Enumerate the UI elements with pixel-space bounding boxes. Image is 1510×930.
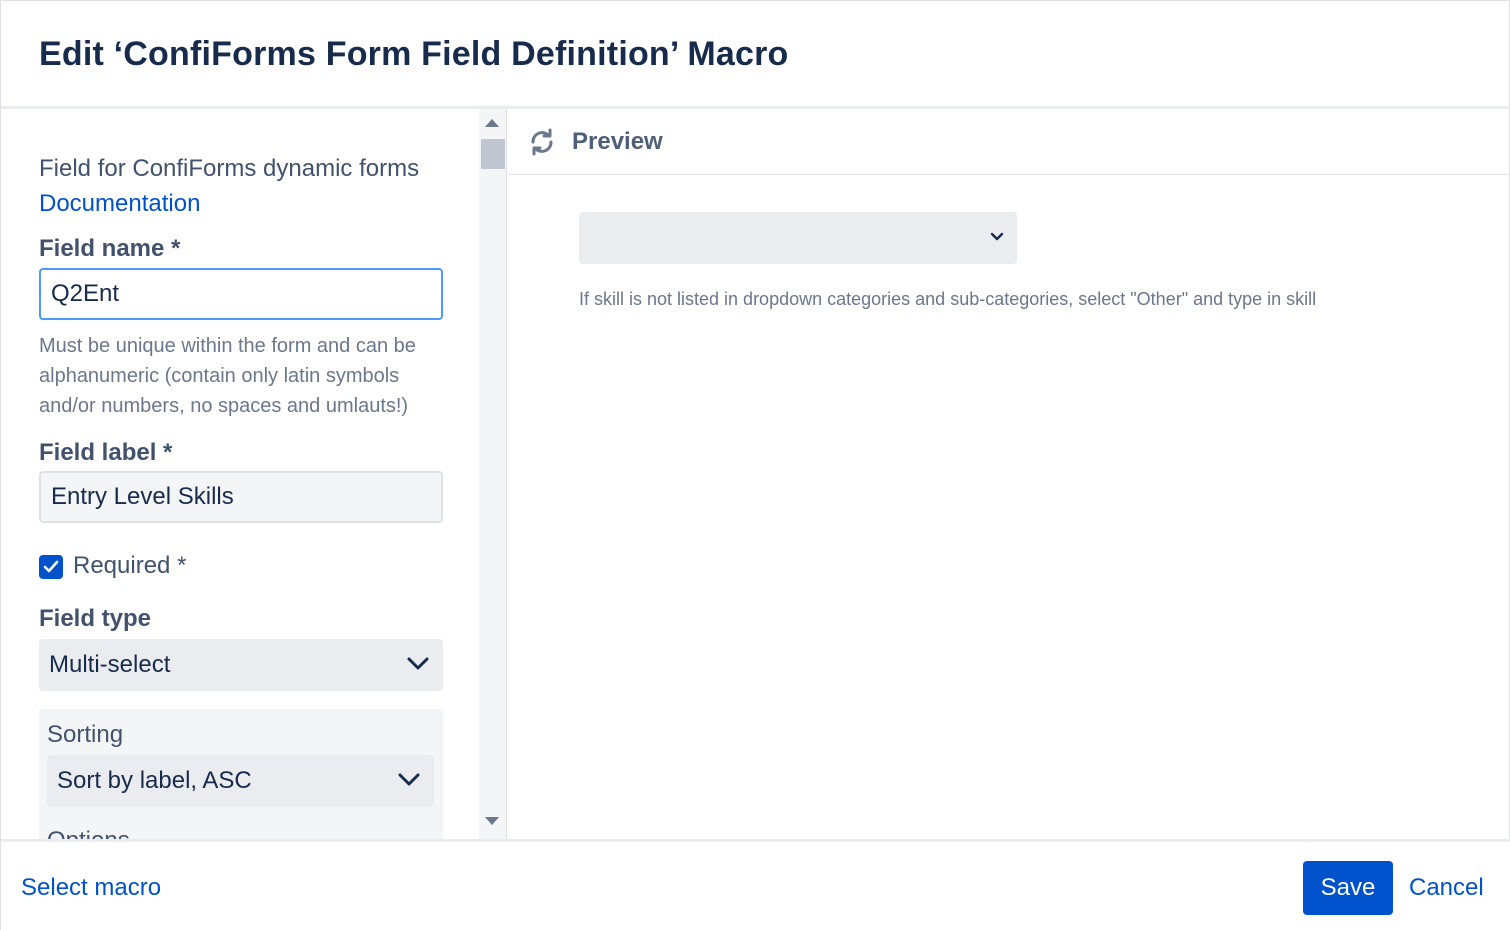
required-checkbox[interactable] — [39, 555, 63, 579]
scroll-thumb[interactable] — [481, 139, 505, 169]
chevron-down-icon — [990, 232, 1004, 241]
preview-help-text: If skill is not listed in dropdown categ… — [579, 289, 1317, 309]
macro-description: Field for ConfiForms dynamic forms — [39, 155, 420, 182]
refresh-icon[interactable] — [527, 127, 557, 157]
dialog-header: Edit ‘ConfiForms Form Field Definition’ … — [1, 1, 1510, 109]
field-name-help: Must be unique within the form and can b… — [39, 335, 416, 417]
preview-title: Preview — [572, 128, 663, 155]
chevron-down-icon — [398, 773, 420, 786]
select-macro-link[interactable]: Select macro — [21, 874, 161, 902]
options-label: Options — [47, 827, 130, 839]
sorting-select[interactable]: Sort by label, ASC — [47, 755, 434, 807]
macro-dialog: Edit ‘ConfiForms Form Field Definition’ … — [0, 0, 1510, 930]
parameters-scrollbar[interactable] — [479, 109, 507, 839]
sorting-label: Sorting — [47, 721, 124, 748]
field-label-input[interactable] — [39, 471, 443, 523]
sorting-selected-value: Sort by label, ASC — [57, 767, 252, 794]
field-name-input[interactable] — [39, 268, 443, 320]
check-icon — [43, 560, 59, 573]
dialog-footer: Select macro Save Cancel — [1, 839, 1510, 930]
field-type-select[interactable]: Multi-select — [39, 639, 443, 691]
scroll-up-arrow-icon[interactable] — [485, 119, 499, 127]
documentation-link[interactable]: Documentation — [39, 186, 200, 221]
options-section: Sorting Sort by label, ASC Options — [39, 709, 443, 839]
required-label: Required * — [73, 552, 187, 579]
field-type-label: Field type — [39, 605, 152, 632]
dialog-title: Edit ‘ConfiForms Form Field Definition’ … — [39, 35, 789, 73]
save-button[interactable]: Save — [1303, 861, 1393, 915]
scroll-down-arrow-icon[interactable] — [485, 817, 499, 825]
field-label-label: Field label * — [39, 439, 173, 466]
preview-header: Preview — [509, 109, 1510, 175]
cancel-button[interactable]: Cancel — [1409, 874, 1484, 902]
field-type-selected-value: Multi-select — [49, 651, 171, 678]
preview-panel: Preview If skill is not listed in dropdo… — [509, 109, 1510, 839]
chevron-down-icon — [407, 657, 429, 670]
preview-multi-select[interactable] — [579, 212, 1017, 264]
field-name-label: Field name * — [39, 235, 181, 262]
macro-parameters-panel: Field for ConfiForms dynamic forms Docum… — [1, 109, 479, 839]
